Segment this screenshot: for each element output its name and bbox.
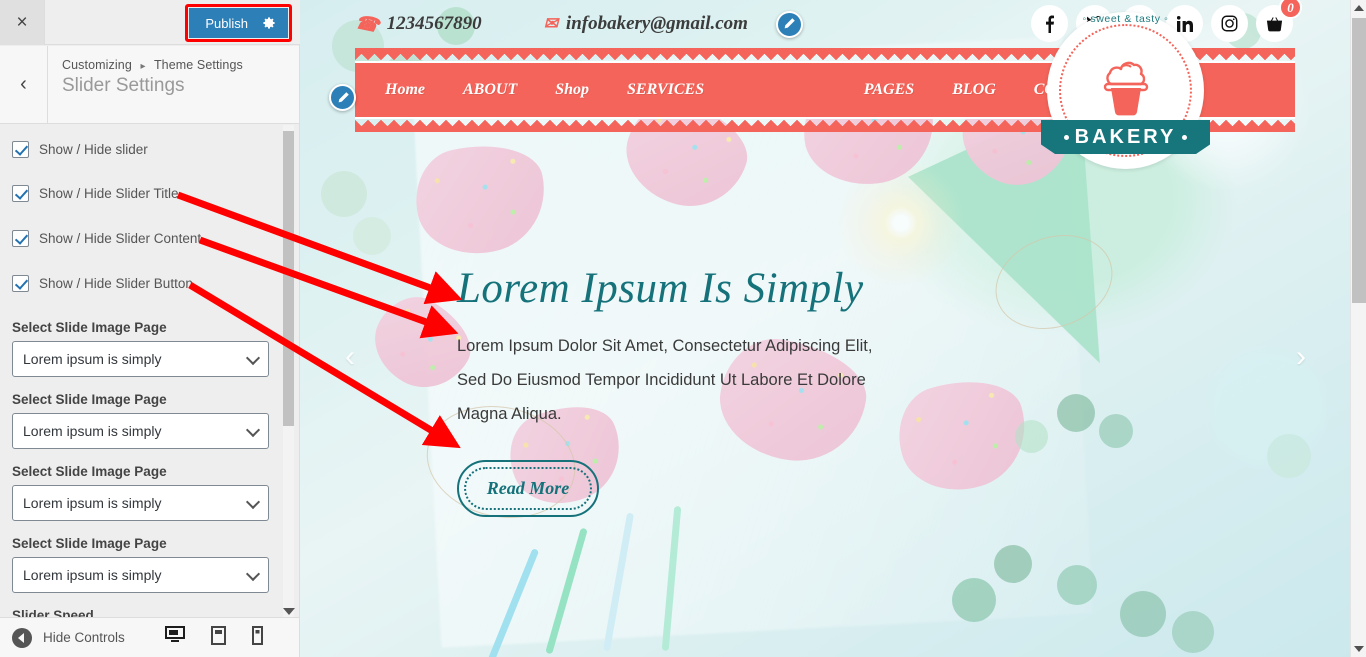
control-show-hide-slider-button[interactable]: Show / Hide Slider Button [12,275,287,292]
select-slide-image-page-4[interactable]: Lorem ipsum is simply [12,557,269,593]
cart-block[interactable]: 0 [1256,0,1302,42]
control-show-hide-slider-title[interactable]: Show / Hide Slider Title [12,185,287,202]
logo-name: BAKERY [1074,125,1177,148]
select-value: Lorem ipsum is simply [23,351,162,367]
select-value: Lorem ipsum is simply [23,495,162,511]
tablet-preview-icon[interactable] [210,625,226,650]
checkbox-label: Show / Hide Slider Button [39,276,193,291]
chevron-down-icon [245,350,261,366]
field-select-slide-image-page-2: Select Slide Image Page Lorem ipsum is s… [12,392,287,449]
site-logo[interactable]: ◦ sweet & tasty ◦ BAKERY [1041,12,1210,169]
slider-title: Lorem Ipsum Is Simply [457,265,864,312]
phone-icon: ☎ [353,11,381,37]
cart-count-badge: 0 [1279,0,1302,19]
customizer-window: × Publish ‹ Customizing ▸ Theme Settings… [0,0,1366,657]
read-more-button[interactable]: Read More [457,459,599,517]
sidebar-scroll-down-icon[interactable] [283,608,295,615]
field-select-slide-image-page-4: Select Slide Image Page Lorem ipsum is s… [12,536,287,593]
breadcrumb: Customizing ▸ Theme Settings [62,58,243,72]
window-scrollbar[interactable] [1350,0,1366,657]
nav-links-left: Home About Shop Services [385,81,704,99]
field-label-slider-speed: Slider Speed [12,608,94,617]
ribbon-dot-left [1063,134,1069,140]
site-preview: ☎ 1234567890 ✉ infobakery@gmail.com 0 Ho… [300,0,1351,657]
mobile-preview-icon[interactable] [251,625,263,650]
field-label: Select Slide Image Page [12,536,167,551]
slider-next-arrow-icon[interactable]: › [1296,340,1306,374]
email-address: infobakery@gmail.com [565,13,748,34]
panel-header-titles: Customizing ▸ Theme Settings Slider Sett… [48,46,243,123]
page-title: Slider Settings [62,75,185,96]
close-customizer-button[interactable]: × [0,0,45,45]
checkbox-show-hide-slider-button[interactable] [12,275,29,292]
email-block[interactable]: ✉ infobakery@gmail.com [544,13,748,35]
select-slide-image-page-2[interactable]: Lorem ipsum is simply [12,413,269,449]
checkbox-show-hide-slider-content[interactable] [12,230,29,247]
envelope-icon: ✉ [543,14,558,33]
phone-block[interactable]: ☎ 1234567890 [353,11,482,37]
sidebar-scrollbar-thumb[interactable] [283,131,294,426]
edit-pencil-icon-nav[interactable] [329,84,356,111]
nav-item-services[interactable]: Services [627,81,704,99]
checkbox-label: Show / Hide Slider Content [39,231,202,246]
scroll-down-icon[interactable] [1351,641,1366,657]
publish-button[interactable]: Publish [189,8,288,38]
checkbox-show-hide-slider-title[interactable] [12,185,29,202]
edit-pencil-icon-topbar[interactable] [775,10,803,38]
chevron-down-icon [245,422,261,438]
slider-description: Lorem Ipsum Dolor Sit Amet, Consectetur … [457,337,873,423]
back-button[interactable]: ‹ [0,46,48,123]
instagram-icon[interactable] [1211,5,1248,42]
publish-button-label: Publish [205,15,248,31]
scroll-up-icon[interactable] [1351,0,1366,16]
select-slide-image-page-1[interactable]: Lorem ipsum is simply [12,341,269,377]
field-select-slide-image-page-1: Select Slide Image Page Lorem ipsum is s… [12,320,287,377]
panel-controls: Show / Hide slider Show / Hide Slider Ti… [0,125,299,617]
checkbox-show-hide-slider[interactable] [12,141,29,158]
window-scrollbar-thumb[interactable] [1352,18,1366,303]
chevron-down-icon [245,494,261,510]
chevron-down-icon [245,566,261,582]
customizer-sidebar: × Publish ‹ Customizing ▸ Theme Settings… [0,0,300,657]
hide-controls-button[interactable]: Hide Controls [0,627,125,648]
nav-item-shop[interactable]: Shop [555,81,589,99]
cupcake-icon [1091,48,1161,125]
field-label: Select Slide Image Page [12,464,167,479]
breadcrumb-section[interactable]: Theme Settings [154,58,243,72]
ribbon-dot-right [1182,134,1188,140]
collapse-arrow-icon [12,627,32,648]
control-show-hide-slider-content[interactable]: Show / Hide Slider Content [12,230,287,247]
panel-header: ‹ Customizing ▸ Theme Settings Slider Se… [0,46,299,124]
select-value: Lorem ipsum is simply [23,567,162,583]
slider-content: Lorem Ipsum Is Simply Lorem Ipsum Dolor … [457,265,977,517]
customizer-topbar: × Publish [0,0,300,45]
phone-number: 1234567890 [386,13,482,34]
breadcrumb-separator-icon: ▸ [140,61,146,72]
read-more-label: Read More [486,477,570,498]
customizer-footer: Hide Controls [0,617,299,657]
checkbox-label: Show / Hide Slider Title [39,186,179,201]
nav-item-about[interactable]: About [463,81,517,99]
control-show-hide-slider[interactable]: Show / Hide slider [12,141,287,158]
field-label: Select Slide Image Page [12,392,167,407]
publish-highlight-box: Publish [185,4,292,42]
checkbox-label: Show / Hide slider [39,142,148,157]
hide-controls-label: Hide Controls [43,630,125,645]
desktop-preview-icon[interactable] [164,626,185,649]
nav-item-home[interactable]: Home [385,81,425,99]
select-value: Lorem ipsum is simply [23,423,162,439]
select-slide-image-page-3[interactable]: Lorem ipsum is simply [12,485,269,521]
nav-item-blog[interactable]: Blog [952,81,996,99]
field-label: Select Slide Image Page [12,320,167,335]
slider-prev-arrow-icon[interactable]: ‹ [345,340,355,374]
nav-item-pages[interactable]: Pages [864,81,914,99]
sidebar-scrollbar[interactable] [283,125,294,617]
breadcrumb-root[interactable]: Customizing [62,58,132,72]
device-preview-switcher [164,625,263,650]
gear-icon[interactable] [262,16,276,30]
field-select-slide-image-page-3: Select Slide Image Page Lorem ipsum is s… [12,464,287,521]
logo-ribbon: BAKERY [1055,120,1196,154]
